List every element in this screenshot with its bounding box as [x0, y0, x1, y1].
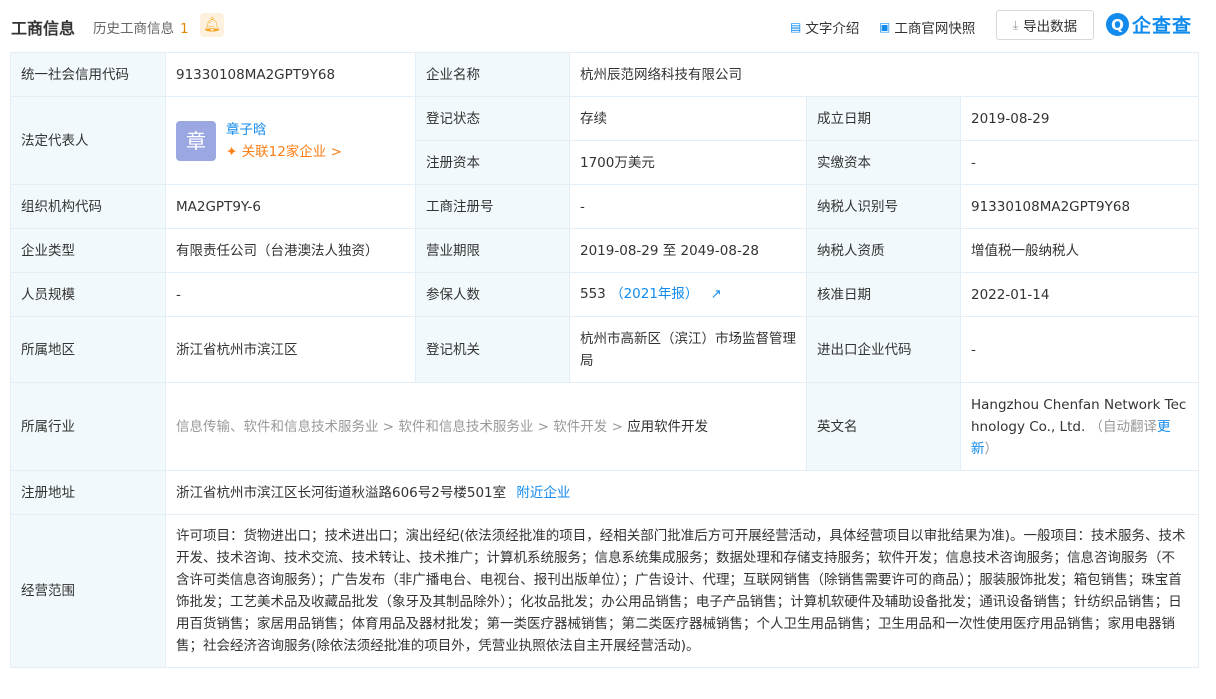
credit-code-label: 统一社会信用代码	[10, 52, 166, 97]
table-row: 经营范围 许可项目：货物进出口；技术进出口；演出经纪(依法须经批准的项目，经相关…	[10, 514, 1199, 668]
company-type-value: 有限责任公司（台港澳法人独资）	[165, 228, 416, 273]
authority-label: 登记机关	[415, 316, 570, 383]
history-link[interactable]: 历史工商信息 1	[93, 17, 189, 37]
staff-size-value: -	[165, 272, 416, 317]
address-label: 注册地址	[10, 470, 166, 515]
founded-value: 2019-08-29	[960, 96, 1199, 141]
org-code-value: MA2GPT9Y-6	[165, 184, 416, 229]
company-name-value: 杭州辰范网络科技有限公司	[569, 52, 1199, 97]
taxpayer-id-value: 91330108MA2GPT9Y68	[960, 184, 1199, 229]
approve-date-label: 核准日期	[806, 272, 961, 317]
table-row: 统一社会信用代码 91330108MA2GPT9Y68 企业名称 杭州辰范网络科…	[10, 52, 1199, 97]
industry-path: 信息传输、软件和信息技术服务业 > 软件和信息技术服务业 > 软件开发 >	[176, 418, 623, 435]
table-row: 所属地区 浙江省杭州市滨江区 登记机关 杭州市高新区（滨江）市场监督管理局 进出…	[10, 316, 1199, 383]
credit-code-value: 91330108MA2GPT9Y68	[165, 52, 416, 97]
reg-status-value: 存续	[569, 96, 807, 141]
industry-leaf: 应用软件开发	[627, 418, 709, 435]
reg-capital-value: 1700万美元	[569, 140, 807, 185]
bell-icon[interactable]: 🔔︎	[200, 13, 224, 37]
taxpayer-qual-label: 纳税人资质	[806, 228, 961, 273]
brand-logo: Q 企查查	[1106, 11, 1192, 38]
table-row: 人员规模 - 参保人数 553 （2021年报） ↗ 核准日期 2022-01-…	[10, 272, 1199, 317]
nearby-companies-link[interactable]: 附近企业	[516, 485, 570, 501]
reg-no-label: 工商注册号	[415, 184, 570, 229]
document-icon: ▤	[790, 20, 802, 34]
region-label: 所属地区	[10, 316, 166, 383]
legal-rep-label: 法定代表人	[10, 96, 166, 185]
table-row: 法定代表人 章 章子晗 ✦ 关联12家企业 > 登记状态 存续 成立日期 201…	[10, 96, 1199, 185]
staff-size-label: 人员规模	[10, 272, 166, 317]
ie-code-value: -	[960, 316, 1199, 383]
table-row: 所属行业 信息传输、软件和信息技术服务业 > 软件和信息技术服务业 > 软件开发…	[10, 382, 1199, 471]
auto-translate-suffix: ）	[984, 440, 999, 457]
company-type-label: 企业类型	[10, 228, 166, 273]
history-label: 历史工商信息	[93, 21, 174, 37]
insured-cell: 553 （2021年报） ↗	[569, 272, 807, 317]
export-label: 导出数据	[1023, 19, 1078, 35]
address-cell: 浙江省杭州市滨江区长河街道秋溢路606号2号楼501室 附近企业	[165, 470, 1199, 515]
related-companies-link[interactable]: ✦ 关联12家企业 >	[226, 141, 342, 163]
industry-cell: 信息传输、软件和信息技术服务业 > 软件和信息技术服务业 > 软件开发 > 应用…	[165, 382, 807, 471]
company-name-label: 企业名称	[415, 52, 570, 97]
history-count: 1	[180, 21, 189, 37]
english-name-label: 英文名	[806, 382, 961, 471]
paid-capital-value: -	[960, 140, 1199, 185]
download-icon: ⤓	[1012, 17, 1019, 32]
legal-rep-cell: 章 章子晗 ✦ 关联12家企业 >	[165, 96, 416, 185]
related-companies-label: 关联12家企业 >	[241, 143, 342, 160]
business-term-value: 2019-08-29 至 2049-08-28	[569, 228, 807, 273]
snapshot-label: 工商官网快照	[894, 21, 976, 37]
reg-no-value: -	[569, 184, 807, 229]
brand-logo-icon: Q	[1106, 13, 1129, 36]
legal-rep-name-link[interactable]: 章子晗	[226, 119, 342, 141]
business-term-label: 营业期限	[415, 228, 570, 273]
relation-icon: ✦	[226, 143, 242, 160]
approve-date-value: 2022-01-14	[960, 272, 1199, 317]
table-row: 组织机构代码 MA2GPT9Y-6 工商注册号 - 纳税人识别号 9133010…	[10, 184, 1199, 229]
business-info-table: 统一社会信用代码 91330108MA2GPT9Y68 企业名称 杭州辰范网络科…	[10, 52, 1199, 668]
taxpayer-id-label: 纳税人识别号	[806, 184, 961, 229]
taxpayer-qual-value: 增值税一般纳税人	[960, 228, 1199, 273]
scope-value: 许可项目：货物进出口；技术进出口；演出经纪(依法须经批准的项目，经相关部门批准后…	[165, 514, 1199, 668]
snapshot-link[interactable]: ▣ 工商官网快照	[879, 17, 975, 37]
paid-capital-label: 实缴资本	[806, 140, 961, 185]
address-value: 浙江省杭州市滨江区长河街道秋溢路606号2号楼501室	[176, 484, 507, 501]
english-name-cell: Hangzhou Chenfan Network Technology Co.,…	[960, 382, 1199, 471]
auto-translate-note: （自动翻译	[1089, 418, 1158, 435]
ie-code-label: 进出口企业代码	[806, 316, 961, 383]
section-title: 工商信息	[11, 19, 76, 38]
founded-label: 成立日期	[806, 96, 961, 141]
industry-label: 所属行业	[10, 382, 166, 471]
insured-label: 参保人数	[415, 272, 570, 317]
reg-capital-label: 注册资本	[415, 140, 570, 185]
table-row: 企业类型 有限责任公司（台港澳法人独资） 营业期限 2019-08-29 至 2…	[10, 228, 1199, 273]
org-code-label: 组织机构代码	[10, 184, 166, 229]
annual-report-link[interactable]: （2021年报）	[610, 286, 698, 302]
authority-value: 杭州市高新区（滨江）市场监督管理局	[569, 316, 807, 383]
avatar[interactable]: 章	[176, 120, 216, 161]
brand-name: 企查查	[1132, 15, 1193, 37]
insured-value: 553	[580, 286, 606, 302]
trend-chart-icon[interactable]: ↗	[711, 287, 722, 302]
section-header: 工商信息 历史工商信息 1 🔔︎ ▤ 文字介绍 ▣ 工商官网快照 ⤓ 导出数据 Q…	[0, 0, 1216, 52]
table-row: 注册地址 浙江省杭州市滨江区长河街道秋溢路606号2号楼501室 附近企业	[10, 470, 1199, 515]
text-intro-link[interactable]: ▤ 文字介绍	[790, 17, 859, 37]
camera-icon: ▣	[879, 20, 891, 34]
reg-status-label: 登记状态	[415, 96, 570, 141]
text-intro-label: 文字介绍	[805, 21, 860, 37]
region-value: 浙江省杭州市滨江区	[165, 316, 416, 383]
scope-label: 经营范围	[10, 514, 166, 668]
export-button[interactable]: ⤓ 导出数据	[996, 10, 1094, 40]
